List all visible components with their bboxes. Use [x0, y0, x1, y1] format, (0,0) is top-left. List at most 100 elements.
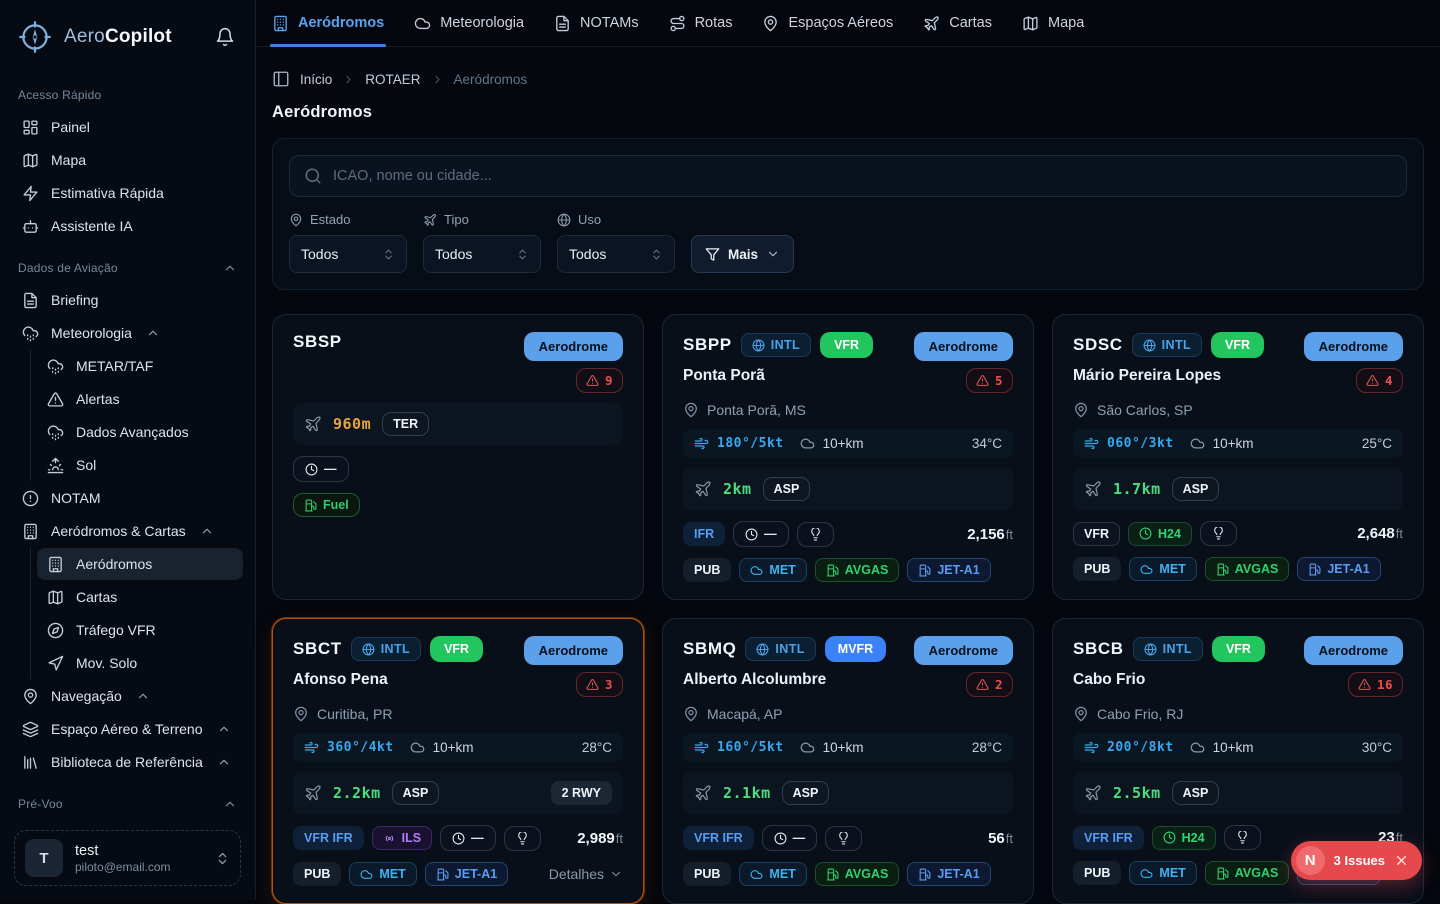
- fuel-icon: [304, 499, 317, 512]
- airport-card-sbct[interactable]: SBCTINTLVFR Afonso Pena Aerodrome 3 Curi…: [272, 618, 644, 904]
- airport-card-sdsc[interactable]: SDSCINTLVFR Mário Pereira Lopes Aerodrom…: [1052, 314, 1424, 600]
- lightbulb-icon: [809, 528, 822, 541]
- runway-row: 960m TER: [293, 403, 623, 445]
- lightbulb-badge: [1200, 521, 1237, 546]
- search-icon: [304, 167, 322, 185]
- elevation-value: 56ft: [988, 830, 1013, 847]
- breadcrumb-separator-icon: [431, 73, 444, 86]
- breadcrumb-aerodromos[interactable]: Aeródromos: [454, 72, 528, 87]
- sidebar: AeroCopilot Acesso RápidoPainelMapaEstim…: [0, 0, 256, 900]
- -badge: —: [762, 825, 818, 851]
- map-pin-icon: [683, 706, 699, 722]
- sidebar-item-cartas[interactable]: Cartas: [37, 581, 243, 613]
- sidebar-section-dados-de-aviacao[interactable]: Dados de Aviação: [0, 243, 255, 283]
- issues-count-label: 3 Issues: [1334, 853, 1385, 868]
- breadcrumb-inicio[interactable]: Início: [300, 72, 332, 87]
- more-filters-button[interactable]: Mais: [691, 235, 794, 273]
- airport-cards-grid: SBSP Aerodrome 9 960m TER — Fuel SBPPINT…: [272, 314, 1424, 904]
- map-icon: [22, 152, 39, 169]
- met-badge: MET: [1129, 861, 1196, 885]
- details-link[interactable]: Detalhes: [549, 866, 623, 882]
- sidebar-item-notam[interactable]: NOTAM: [12, 482, 243, 514]
- content: InícioROTAERAeródromos Aeródromos Estado…: [256, 70, 1440, 904]
- avgas-badge: AVGAS: [815, 862, 900, 886]
- sidebar-item-dados-avancados[interactable]: Dados Avançados: [37, 416, 243, 448]
- sidebar-item-biblioteca-de-referencia[interactable]: Biblioteca de Referência: [12, 746, 243, 778]
- alert-triangle-icon: [586, 678, 599, 691]
- search-input[interactable]: [333, 168, 1392, 184]
- sidebar-item-trafego-vfr[interactable]: Tráfego VFR: [37, 614, 243, 646]
- avgas-badge: AVGAS: [1205, 557, 1290, 581]
- operations-row: VFRH24 2,648ft: [1073, 521, 1403, 546]
- vfr-ifr-badge: VFR IFR: [293, 826, 364, 850]
- sidebar-item-sol[interactable]: Sol: [37, 449, 243, 481]
- cloud-icon: [414, 15, 431, 32]
- sidebar-header: AeroCopilot: [0, 12, 255, 70]
- chevron-up-icon: [200, 524, 214, 538]
- estado-select[interactable]: Todos: [289, 235, 407, 273]
- globe-icon: [1143, 339, 1156, 352]
- panel-left-icon[interactable]: [272, 70, 290, 88]
- pub-badge: PUB: [683, 558, 731, 582]
- pub-badge: PUB: [1073, 557, 1121, 581]
- airport-card-sbpp[interactable]: SBPPINTLVFR Ponta Porã Aerodrome 5 Ponta…: [662, 314, 1034, 600]
- vfr-ifr-badge: VFR IFR: [1073, 826, 1144, 850]
- sidebar-item-estimativa-rapida[interactable]: Estimativa Rápida: [12, 177, 243, 209]
- cloud-icon: [1190, 436, 1205, 451]
- user-name: test: [75, 843, 203, 859]
- sidebar-item-aerodromos[interactable]: Aeródromos: [37, 548, 243, 580]
- operations-row: VFR IFRILS— 2,989ft: [293, 825, 623, 851]
- -badge: —: [293, 456, 349, 482]
- sidebar-section-pre-voo[interactable]: Pré-Voo: [0, 779, 255, 819]
- weather-row: 360°/4kt 10+km 28°C: [293, 733, 623, 762]
- sidebar-item-metar-taf[interactable]: METAR/TAF: [37, 350, 243, 382]
- sidebar-item-espaco-aereo-terreno[interactable]: Espaço Aéreo & Terreno: [12, 713, 243, 745]
- tab-meteorologia[interactable]: Meteorologia: [414, 0, 524, 46]
- sidebar-item-painel[interactable]: Painel: [12, 111, 243, 143]
- sidebar-item-briefing[interactable]: Briefing: [12, 284, 243, 316]
- map-pin-icon: [22, 688, 39, 705]
- elevation-value: 2,648ft: [1357, 525, 1403, 542]
- met-badge: MET: [349, 862, 416, 886]
- layout-dashboard-icon: [22, 119, 39, 136]
- breadcrumb-rotaer[interactable]: ROTAER: [365, 72, 420, 87]
- lightbulb-icon: [516, 832, 529, 845]
- tab-cartas[interactable]: Cartas: [923, 0, 992, 46]
- runway-length: 960m: [333, 415, 371, 433]
- chevrons-up-down-icon: [215, 851, 230, 866]
- services-row: Fuel: [293, 493, 623, 517]
- chevron-up-icon: [223, 797, 237, 811]
- map-pin-icon: [1073, 402, 1089, 418]
- tab-mapa[interactable]: Mapa: [1022, 0, 1084, 46]
- tab-notams[interactable]: NOTAMs: [554, 0, 639, 46]
- sidebar-item-navegacao[interactable]: Navegação: [12, 680, 243, 712]
- plane-icon: [694, 784, 712, 802]
- n-logo: N: [1296, 846, 1325, 875]
- chevrons-up-down-icon: [516, 248, 529, 261]
- weather-row: 160°/5kt 10+km 28°C: [683, 733, 1013, 762]
- tab-aerodromos[interactable]: Aeródromos: [272, 0, 384, 46]
- sidebar-item-alertas[interactable]: Alertas: [37, 383, 243, 415]
- fuel-icon: [826, 868, 839, 881]
- sidebar-item-aerodromos-cartas[interactable]: Aeródromos & Cartas: [12, 515, 243, 547]
- tab-rotas[interactable]: Rotas: [669, 0, 733, 46]
- close-icon[interactable]: [1394, 853, 1409, 868]
- notifications-button[interactable]: [211, 23, 239, 51]
- airport-card-sbsp[interactable]: SBSP Aerodrome 9 960m TER — Fuel: [272, 314, 644, 600]
- tab-espacos-aereos[interactable]: Espaços Aéreos: [762, 0, 893, 46]
- runway-length: 2.1km: [723, 784, 771, 802]
- lightbulb-badge: [797, 522, 834, 547]
- runway-length: 2.5km: [1113, 784, 1161, 802]
- avgas-badge: AVGAS: [815, 558, 900, 582]
- sidebar-item-mapa[interactable]: Mapa: [12, 144, 243, 176]
- airport-card-sbmq[interactable]: SBMQINTLMVFR Alberto Alcolumbre Aerodrom…: [662, 618, 1034, 904]
- sidebar-item-meteorologia[interactable]: Meteorologia: [12, 317, 243, 349]
- user-menu[interactable]: T test piloto@email.com: [14, 830, 241, 886]
- uso-select[interactable]: Todos: [557, 235, 675, 273]
- dev-issues-pill[interactable]: N 3 Issues: [1291, 841, 1422, 880]
- map-icon: [47, 589, 64, 606]
- sidebar-item-assistente-ia[interactable]: Assistente IA: [12, 210, 243, 242]
- sidebar-item-mov-solo[interactable]: Mov. Solo: [37, 647, 243, 679]
- tipo-select[interactable]: Todos: [423, 235, 541, 273]
- wind-icon: [694, 436, 709, 451]
